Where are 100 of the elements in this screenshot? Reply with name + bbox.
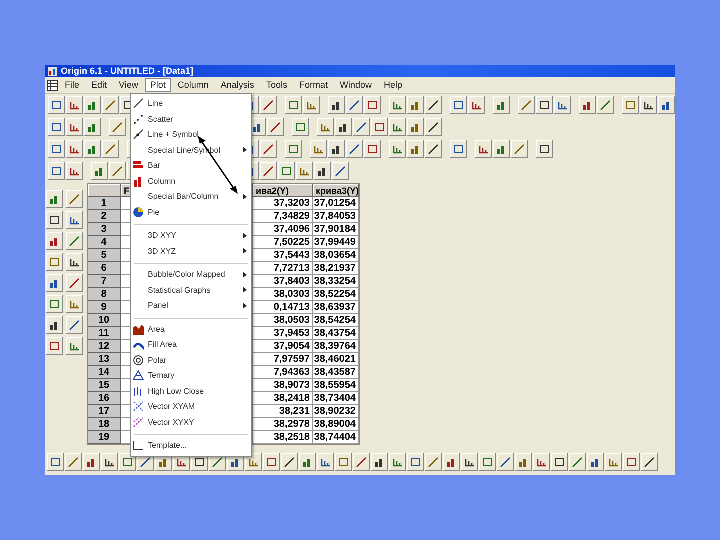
- toolbar-button[interactable]: [66, 232, 83, 250]
- toolbar-button[interactable]: [66, 162, 83, 180]
- toolbar-button[interactable]: [46, 337, 63, 355]
- toolbar-button[interactable]: [285, 96, 302, 114]
- toolbar-button[interactable]: [83, 453, 100, 471]
- row-number[interactable]: 7: [88, 275, 121, 288]
- toolbar-button[interactable]: [389, 453, 406, 471]
- toolbar-button[interactable]: [623, 453, 640, 471]
- row-number[interactable]: 12: [88, 340, 121, 353]
- toolbar-button[interactable]: [317, 453, 334, 471]
- toolbar-button[interactable]: [533, 453, 550, 471]
- menu-option[interactable]: Panel: [131, 298, 251, 314]
- toolbar-button[interactable]: [475, 140, 492, 158]
- toolbar-button[interactable]: [46, 274, 63, 292]
- toolbar-button[interactable]: [46, 232, 63, 250]
- toolbar-button[interactable]: [407, 453, 424, 471]
- menu-option[interactable]: Statistical Graphs: [131, 282, 251, 298]
- row-number[interactable]: 1: [88, 197, 121, 210]
- toolbar-button[interactable]: [278, 162, 295, 180]
- row-number[interactable]: 10: [88, 314, 121, 327]
- row-number[interactable]: 19: [88, 431, 121, 444]
- menu-item[interactable]: Edit: [86, 78, 112, 92]
- row-number[interactable]: 4: [88, 236, 121, 249]
- toolbar-button[interactable]: [450, 96, 467, 114]
- menu-option[interactable]: Column: [131, 174, 251, 189]
- row-number[interactable]: 2: [88, 210, 121, 223]
- menu-option[interactable]: Special Bar/Column: [131, 189, 251, 204]
- toolbar-button[interactable]: [46, 295, 63, 313]
- menu-item[interactable]: Window: [334, 78, 377, 92]
- toolbar-button[interactable]: [299, 453, 316, 471]
- row-number[interactable]: 13: [88, 353, 121, 366]
- toolbar-button[interactable]: [641, 453, 658, 471]
- toolbar-button[interactable]: [597, 96, 614, 114]
- column-header[interactable]: ива2(Y): [253, 184, 313, 197]
- row-number[interactable]: 14: [88, 366, 121, 379]
- toolbar-button[interactable]: [328, 140, 345, 158]
- toolbar-button[interactable]: [353, 453, 370, 471]
- toolbar-button[interactable]: [66, 316, 83, 334]
- toolbar-button[interactable]: [66, 118, 83, 136]
- menu-item[interactable]: Tools: [261, 78, 292, 92]
- row-number[interactable]: 5: [88, 249, 121, 262]
- toolbar-button[interactable]: [389, 140, 406, 158]
- toolbar-button[interactable]: [461, 453, 478, 471]
- toolbar-button[interactable]: [332, 162, 349, 180]
- toolbar-button[interactable]: [66, 211, 83, 229]
- toolbar-button[interactable]: [91, 162, 108, 180]
- menu-option[interactable]: Pie: [131, 204, 251, 220]
- toolbar-button[interactable]: [353, 118, 370, 136]
- toolbar-button[interactable]: [364, 140, 381, 158]
- toolbar-button[interactable]: [46, 211, 63, 229]
- menu-option[interactable]: Vector XYAM: [131, 399, 251, 414]
- toolbar-button[interactable]: [119, 453, 136, 471]
- toolbar-button[interactable]: [569, 453, 586, 471]
- toolbar-button[interactable]: [371, 453, 388, 471]
- toolbar-button[interactable]: [468, 96, 485, 114]
- toolbar-button[interactable]: [84, 118, 101, 136]
- toolbar-button[interactable]: [48, 162, 65, 180]
- toolbar-button[interactable]: [84, 140, 101, 158]
- toolbar-button[interactable]: [479, 453, 496, 471]
- toolbar-button[interactable]: [101, 453, 118, 471]
- row-number[interactable]: 9: [88, 301, 121, 314]
- toolbar-button[interactable]: [493, 140, 510, 158]
- menu-option[interactable]: Area: [131, 322, 251, 337]
- menu-item[interactable]: File: [60, 78, 85, 92]
- toolbar-button[interactable]: [260, 96, 277, 114]
- toolbar-button[interactable]: [443, 453, 460, 471]
- toolbar-button[interactable]: [536, 96, 553, 114]
- row-number[interactable]: 8: [88, 288, 121, 301]
- menu-option[interactable]: Template...: [131, 438, 251, 454]
- menu-item[interactable]: Column: [172, 78, 214, 92]
- menu-option[interactable]: Bar: [131, 158, 251, 174]
- toolbar-button[interactable]: [46, 190, 63, 208]
- column-header[interactable]: крива3(Y): [313, 184, 359, 197]
- menu-option[interactable]: Line + Symbol: [131, 127, 251, 142]
- toolbar-button[interactable]: [267, 118, 284, 136]
- toolbar-button[interactable]: [587, 453, 604, 471]
- menu-option[interactable]: 3D XYY: [131, 228, 251, 244]
- toolbar-button[interactable]: [579, 96, 596, 114]
- menu-option[interactable]: 3D XYZ: [131, 244, 251, 259]
- toolbar-button[interactable]: [260, 162, 277, 180]
- toolbar-button[interactable]: [66, 140, 83, 158]
- row-number[interactable]: 18: [88, 418, 121, 431]
- toolbar-button[interactable]: [640, 96, 657, 114]
- menu-item[interactable]: Format: [294, 78, 333, 92]
- toolbar-button[interactable]: [66, 253, 83, 271]
- row-number[interactable]: 6: [88, 262, 121, 275]
- menu-option[interactable]: Ternary: [131, 368, 251, 384]
- worksheet-icon[interactable]: [47, 80, 58, 90]
- menu-option[interactable]: Bubble/Color Mapped: [131, 267, 251, 282]
- row-number[interactable]: 17: [88, 405, 121, 418]
- menu-option[interactable]: Line: [131, 96, 251, 112]
- toolbar-button[interactable]: [285, 140, 302, 158]
- toolbar-button[interactable]: [389, 96, 406, 114]
- toolbar-button[interactable]: [314, 162, 331, 180]
- toolbar-button[interactable]: [425, 140, 442, 158]
- toolbar-button[interactable]: [48, 96, 65, 114]
- toolbar-button[interactable]: [497, 453, 514, 471]
- menu-option[interactable]: Polar: [131, 352, 251, 368]
- toolbar-button[interactable]: [48, 140, 65, 158]
- toolbar-button[interactable]: [84, 96, 101, 114]
